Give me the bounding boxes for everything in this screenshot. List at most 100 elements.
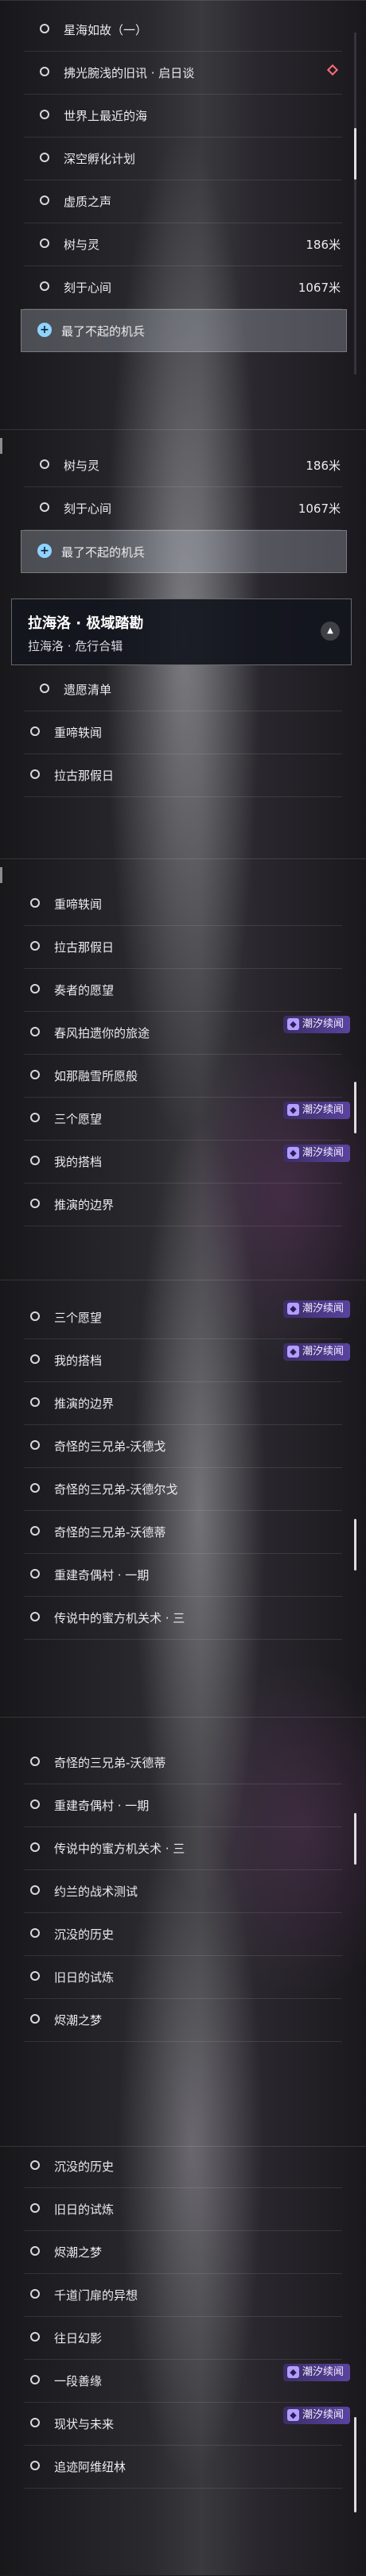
quest-row[interactable]: 奇怪的三兄弟-沃德尔戈 (0, 1468, 366, 1511)
quest-row[interactable]: 春风拍遗你的旅途 ◆ 潮汐续闻 (0, 1012, 366, 1055)
quest-status-circle-icon (40, 67, 49, 76)
quest-status-circle-icon (30, 898, 40, 908)
quest-title: 树与灵 (64, 459, 100, 473)
quest-row[interactable]: 约兰的战术测试 (0, 1870, 366, 1913)
quest-title: 烬潮之梦 (54, 2245, 103, 2260)
quest-row[interactable]: 重建奇偶村 · 一期 (0, 1554, 366, 1597)
quest-status-circle-icon (30, 1971, 40, 1981)
quest-row[interactable]: 传说中的蜜方机关术 · 三 (0, 1597, 366, 1640)
quest-row[interactable]: 世界上最近的海 (0, 95, 366, 138)
quest-row[interactable]: 现状与未来 ◆ 潮汐续闻 (0, 2403, 366, 2446)
quest-row-selected[interactable]: + 最了不起的机兵 (21, 309, 347, 352)
quest-row[interactable]: 拉古那假日 (0, 754, 366, 797)
quest-list-panel-5: 奇怪的三兄弟-沃德蒂重建奇偶村 · 一期传说中的蜜方机关术 · 三约兰的战术测试… (0, 1717, 366, 2139)
quest-status-circle-icon (30, 2289, 40, 2299)
quest-row[interactable]: 奏者的愿望 (0, 969, 366, 1012)
quest-row[interactable]: 我的搭档 ◆ 潮汐续闻 (0, 1339, 366, 1382)
quest-row[interactable]: 我的搭档 ◆ 潮汐续闻 (0, 1141, 366, 1183)
quest-title: 推演的边界 (54, 1198, 115, 1212)
quest-row[interactable]: 刻于心间 1067米 (0, 266, 366, 309)
region-title: 拉海洛 · 极域踏勘 (28, 615, 144, 632)
row-divider (24, 2488, 342, 2489)
quest-row[interactable]: 奇怪的三兄弟-沃德戈 (0, 1425, 366, 1468)
quest-title: 拉古那假日 (54, 769, 115, 783)
quest-title: 追迹阿维纽林 (54, 2460, 127, 2474)
quest-title: 旧日的试炼 (54, 2202, 115, 2217)
collapse-arrow-icon[interactable]: ▲ (321, 622, 340, 641)
quest-row[interactable]: 往日幻影 (0, 2317, 366, 2360)
quest-row[interactable]: 遗愿清单 (0, 668, 366, 711)
quest-status-circle-icon (30, 1027, 40, 1036)
quest-status-circle-icon (30, 1526, 40, 1536)
quest-title: 拂光腕浅的旧讯 · 启日谈 (64, 66, 195, 80)
quest-row[interactable]: 推演的边界 (0, 1382, 366, 1425)
scrollbar-thumb[interactable] (354, 2417, 356, 2512)
quest-row[interactable]: 拉古那假日 (0, 926, 366, 969)
quest-status-circle-icon (40, 459, 49, 469)
quest-title: 星海如故（一） (64, 23, 148, 37)
quest-title: 刻于心间 (64, 281, 112, 295)
quest-status-circle-icon (30, 1440, 40, 1450)
quest-row[interactable]: 一段善缘 ◆ 潮汐续闻 (0, 2360, 366, 2403)
badge-icon: ◆ (286, 2366, 299, 2378)
quest-status-circle-icon (30, 1311, 40, 1321)
quest-row-selected[interactable]: + 最了不起的机兵 (21, 530, 347, 573)
quest-status-circle-icon (30, 1569, 40, 1579)
scrollbar-thumb[interactable] (354, 1813, 356, 1865)
quest-status-circle-icon (40, 110, 49, 119)
quest-row[interactable]: 传说中的蜜方机关术 · 三 (0, 1827, 366, 1870)
scrollbar-track (354, 33, 356, 374)
quest-row[interactable]: 重啼轶闻 (0, 711, 366, 754)
quest-title: 重啼轶闻 (54, 726, 103, 740)
quest-status-circle-icon (30, 1070, 40, 1079)
scrollbar-thumb[interactable] (354, 128, 356, 180)
quest-row[interactable]: 虚质之声 (0, 180, 366, 223)
quest-row[interactable]: 旧日的试炼 (0, 1956, 366, 1999)
badge-icon: ◆ (286, 2409, 299, 2421)
region-header[interactable]: 拉海洛 · 极域踏勘 拉海洛 · 危行合辑 ▲ (11, 598, 352, 665)
quest-row[interactable]: 奇怪的三兄弟-沃德蒂 (0, 1741, 366, 1784)
quest-distance: 186米 (306, 459, 341, 473)
tide-tale-badge: ◆ 潮汐续闻 (282, 1343, 350, 1361)
quest-row[interactable]: 沉没的历史 (0, 1913, 366, 1956)
quest-row[interactable]: 奇怪的三兄弟-沃德蒂 (0, 1511, 366, 1554)
quest-row[interactable]: 重啼轶闻 (0, 883, 366, 926)
region-subtitle: 拉海洛 · 危行合辑 (28, 639, 123, 653)
quest-status-circle-icon (30, 1483, 40, 1493)
quest-row[interactable]: 重建奇偶村 · 一期 (0, 1784, 366, 1827)
tide-tale-badge: ◆ 潮汐续闻 (282, 1102, 350, 1119)
quest-row[interactable]: 刻于心间 1067米 (0, 487, 366, 530)
quest-row[interactable]: 如那融雪所愿般 (0, 1055, 366, 1098)
row-divider (24, 2041, 342, 2042)
quest-title: 推演的边界 (54, 1396, 115, 1411)
quest-status-circle-icon (30, 1354, 40, 1364)
quest-title: 奇怪的三兄弟-沃德戈 (54, 1439, 166, 1454)
quest-row[interactable]: 三个愿望 ◆ 潮汐续闻 (0, 1098, 366, 1141)
quest-title: 重啼轶闻 (54, 897, 103, 912)
quest-row[interactable]: 烬潮之梦 (0, 2231, 366, 2274)
quest-status-circle-icon (40, 196, 49, 205)
quest-row[interactable]: 星海如故（一） (0, 9, 366, 52)
quest-row[interactable]: 追迹阿维纽林 (0, 2446, 366, 2489)
quest-list-panel-3: 重啼轶闻拉古那假日 奏者的愿望 春风拍遗你的旅途 ◆ 潮汐续闻 如那融雪所愿般三个愿望 ◆ 潮… (0, 858, 366, 1273)
quest-status-circle-icon (30, 941, 40, 951)
quest-status-circle-icon (30, 769, 40, 779)
quest-title: 三个愿望 (54, 1112, 103, 1126)
quest-row[interactable]: 烬潮之梦 (0, 1999, 366, 2042)
quest-status-circle-icon (40, 684, 49, 693)
quest-row[interactable]: 深空孵化计划 (0, 138, 366, 180)
quest-row[interactable]: 千道门扉的异想 (0, 2274, 366, 2317)
quest-row[interactable]: 推演的边界 (0, 1183, 366, 1226)
scrollbar-thumb[interactable] (354, 1082, 356, 1133)
quest-row[interactable]: 旧日的试炼 (0, 2188, 366, 2231)
quest-status-circle-icon (30, 2418, 40, 2427)
quest-status-circle-icon (40, 502, 49, 512)
quest-row[interactable]: 树与灵 186米 (0, 444, 366, 487)
scrollbar-thumb[interactable] (354, 1519, 356, 1571)
quest-row[interactable]: 树与灵 186米 (0, 223, 366, 266)
quest-status-circle-icon (30, 1799, 40, 1809)
quest-row[interactable]: 拂光腕浅的旧讯 · 启日谈 (0, 52, 366, 95)
quest-row[interactable]: 三个愿望 ◆ 潮汐续闻 (0, 1296, 366, 1339)
quest-row[interactable]: 沉没的历史 (0, 2147, 366, 2188)
quest-title: 重建奇偶村 · 一期 (54, 1799, 150, 1813)
